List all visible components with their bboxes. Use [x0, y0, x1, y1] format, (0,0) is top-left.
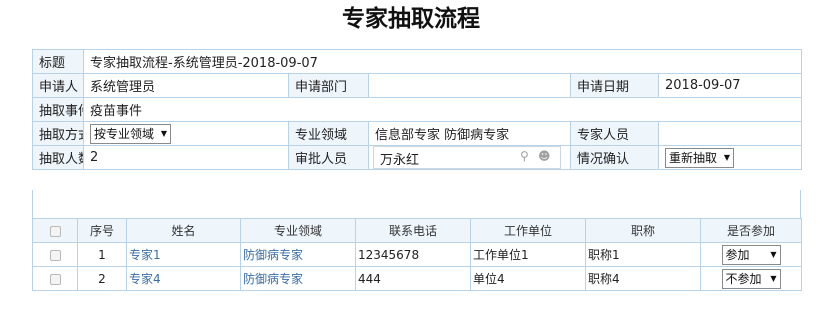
col-header-unit: 工作单位: [470, 218, 586, 243]
dept-label: 申请部门: [288, 73, 369, 98]
row-unit: 工作单位1: [470, 242, 586, 267]
chevron-down-icon: ▼: [160, 128, 168, 138]
attend-select-value: 不参加: [725, 271, 762, 286]
row-no: 2: [77, 266, 127, 291]
confirm-label: 情况确认: [570, 145, 659, 170]
experts-label: 专家人员: [570, 121, 659, 146]
row-unit: 单位4: [470, 266, 586, 291]
table-row: 2 专家4 防御病专家 444 单位4 职称4 不参加 ▼: [32, 266, 802, 291]
confirm-select[interactable]: 重新抽取 ▼: [665, 147, 735, 168]
confirm-cell: 重新抽取 ▼: [658, 145, 802, 170]
experts-value: [658, 121, 802, 146]
applicant-label: 申请人: [32, 73, 84, 98]
event-value: 疫苗事件: [83, 97, 802, 122]
application-form: 标题 专家抽取流程-系统管理员-2018-09-07 申请人 系统管理员 申请部…: [32, 49, 802, 170]
count-label: 抽取人数: [32, 145, 84, 170]
row-name: 专家1: [126, 242, 241, 267]
confirm-select-value: 重新抽取: [669, 150, 718, 165]
checkbox-icon[interactable]: [49, 249, 61, 261]
method-select[interactable]: 按专业领域 ▼: [90, 123, 172, 144]
expert-table: 序号 姓名 专业领域 联系电话 工作单位 职称 是否参加 1 专家1 防御病专家…: [32, 218, 802, 291]
applicant-value: 系统管理员: [83, 73, 289, 98]
page-title: 专家抽取流程: [342, 6, 480, 32]
row-select-cell: [32, 266, 78, 291]
title-value: 专家抽取流程-系统管理员-2018-09-07: [83, 49, 802, 74]
col-header-phone: 联系电话: [355, 218, 471, 243]
field-value: 信息部专家 防御病专家: [368, 121, 571, 146]
row-title: 职称1: [585, 242, 701, 267]
col-header-no: 序号: [77, 218, 127, 243]
row-no: 1: [77, 242, 127, 267]
chevron-down-icon: ▼: [770, 273, 777, 283]
row-attend-cell: 参加 ▼: [700, 242, 802, 267]
method-label: 抽取方式: [32, 121, 84, 146]
approver-field[interactable]: 万永红 ⚲ ☻: [373, 146, 561, 169]
attend-select-value: 参加: [725, 247, 750, 262]
approver-value: 万永红: [380, 153, 420, 168]
attend-select[interactable]: 不参加 ▼: [721, 268, 781, 289]
checkbox-icon[interactable]: [49, 225, 61, 237]
row-name: 专家4: [126, 266, 241, 291]
title-label: 标题: [32, 49, 84, 74]
table-header-row: 序号 姓名 专业领域 联系电话 工作单位 职称 是否参加: [32, 218, 802, 243]
col-header-title: 职称: [585, 218, 701, 243]
method-cell: 按专业领域 ▼: [83, 121, 289, 146]
chevron-down-icon: ▼: [723, 152, 731, 162]
row-title: 职称4: [585, 266, 701, 291]
col-header-name: 姓名: [126, 218, 241, 243]
user-icon[interactable]: ☻: [538, 149, 551, 163]
date-value: 2018-09-07: [658, 73, 802, 98]
table-spacer: [32, 190, 801, 218]
row-field: 防御病专家: [240, 266, 356, 291]
event-label: 抽取事件: [32, 97, 84, 122]
method-select-value: 按专业领域: [94, 126, 155, 141]
checkbox-icon[interactable]: [49, 273, 61, 285]
attend-select[interactable]: 参加 ▼: [721, 244, 781, 265]
date-label: 申请日期: [570, 73, 659, 98]
dept-value: [368, 73, 571, 98]
row-field: 防御病专家: [240, 242, 356, 267]
col-header-attend: 是否参加: [700, 218, 802, 243]
approver-label: 审批人员: [288, 145, 369, 170]
table-row: 1 专家1 防御病专家 12345678 工作单位1 职称1 参加 ▼: [32, 242, 802, 267]
field-label: 专业领域: [288, 121, 369, 146]
row-phone: 444: [355, 266, 471, 291]
row-phone: 12345678: [355, 242, 471, 267]
approver-cell: 万永红 ⚲ ☻: [368, 145, 571, 170]
count-value: 2: [83, 145, 289, 170]
select-all-cell: [32, 218, 78, 243]
col-header-field: 专业领域: [240, 218, 356, 243]
row-attend-cell: 不参加 ▼: [700, 266, 802, 291]
chevron-down-icon: ▼: [770, 249, 777, 259]
row-select-cell: [32, 242, 78, 267]
search-icon[interactable]: ⚲: [520, 149, 529, 163]
